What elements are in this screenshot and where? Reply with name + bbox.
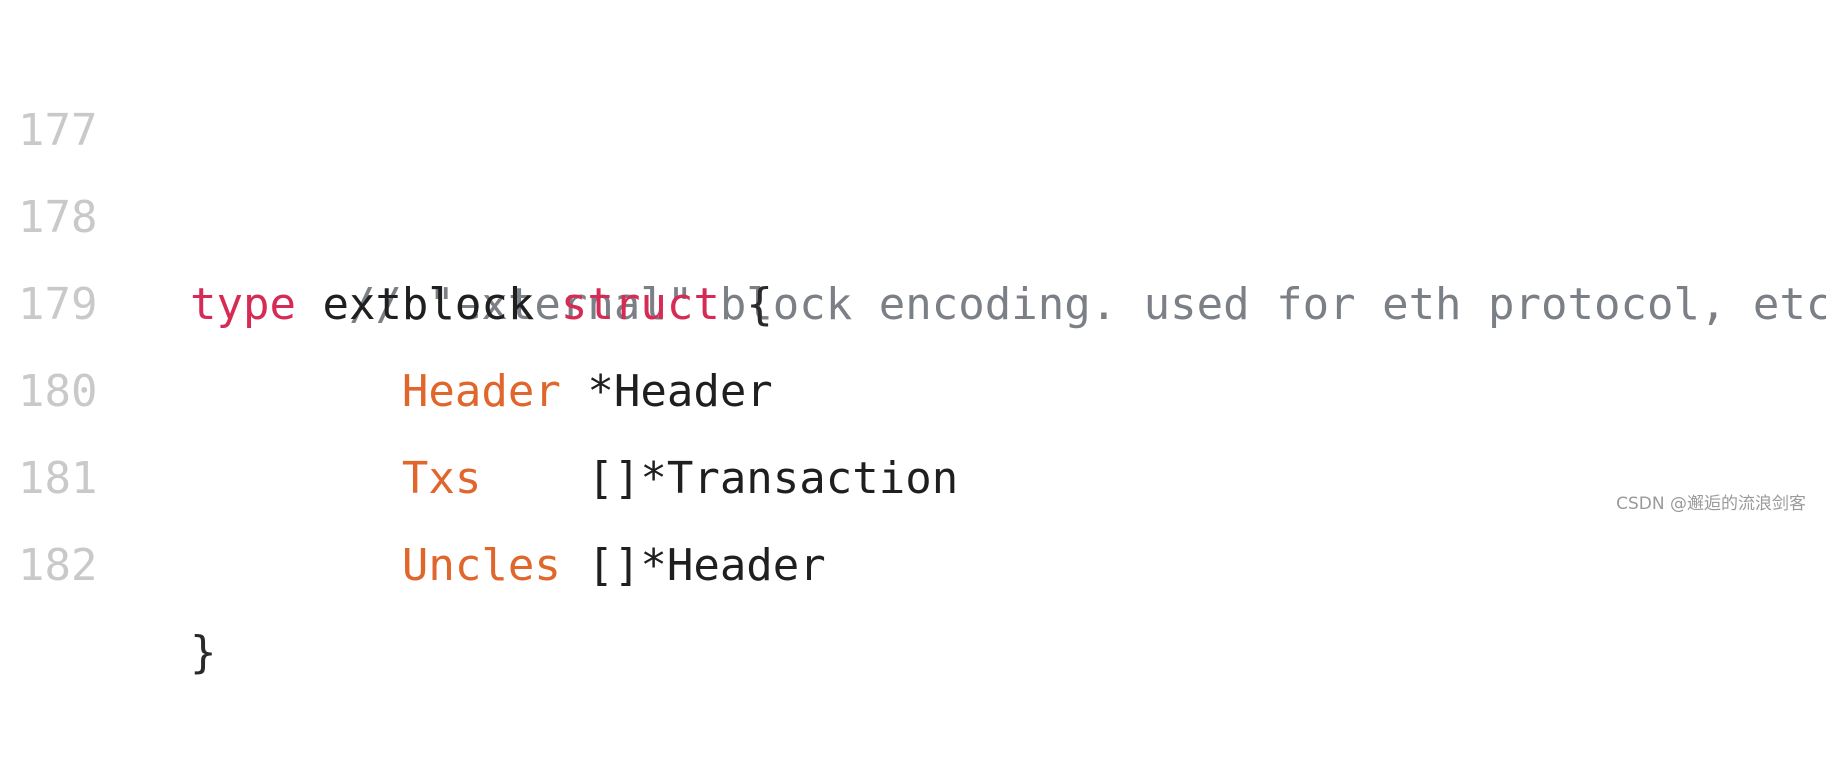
line-content: Uncles []*Header [190,522,826,609]
watermark: CSDN @邂逅的流浪剑客 [1616,494,1806,514]
code-line: 181 Uncles []*Header [0,348,1826,591]
code-line: 177 // "external" block encoding. used f… [0,0,1826,330]
code-line: 178 type extblock struct { [0,87,1826,330]
code-line: 180 Txs []*Transaction [0,261,1826,504]
brace-token: } [190,627,217,678]
line-number: 182 [18,540,98,591]
indent-token [190,540,402,591]
code-view: 177 // "external" block encoding. used f… [0,0,1826,678]
line-content: } [190,609,217,696]
type-token: []*Header [560,540,826,591]
code-line: 179 Header *Header [0,174,1826,417]
code-line: 182 } [0,435,1826,678]
field-name-token: Uncles [401,540,561,591]
